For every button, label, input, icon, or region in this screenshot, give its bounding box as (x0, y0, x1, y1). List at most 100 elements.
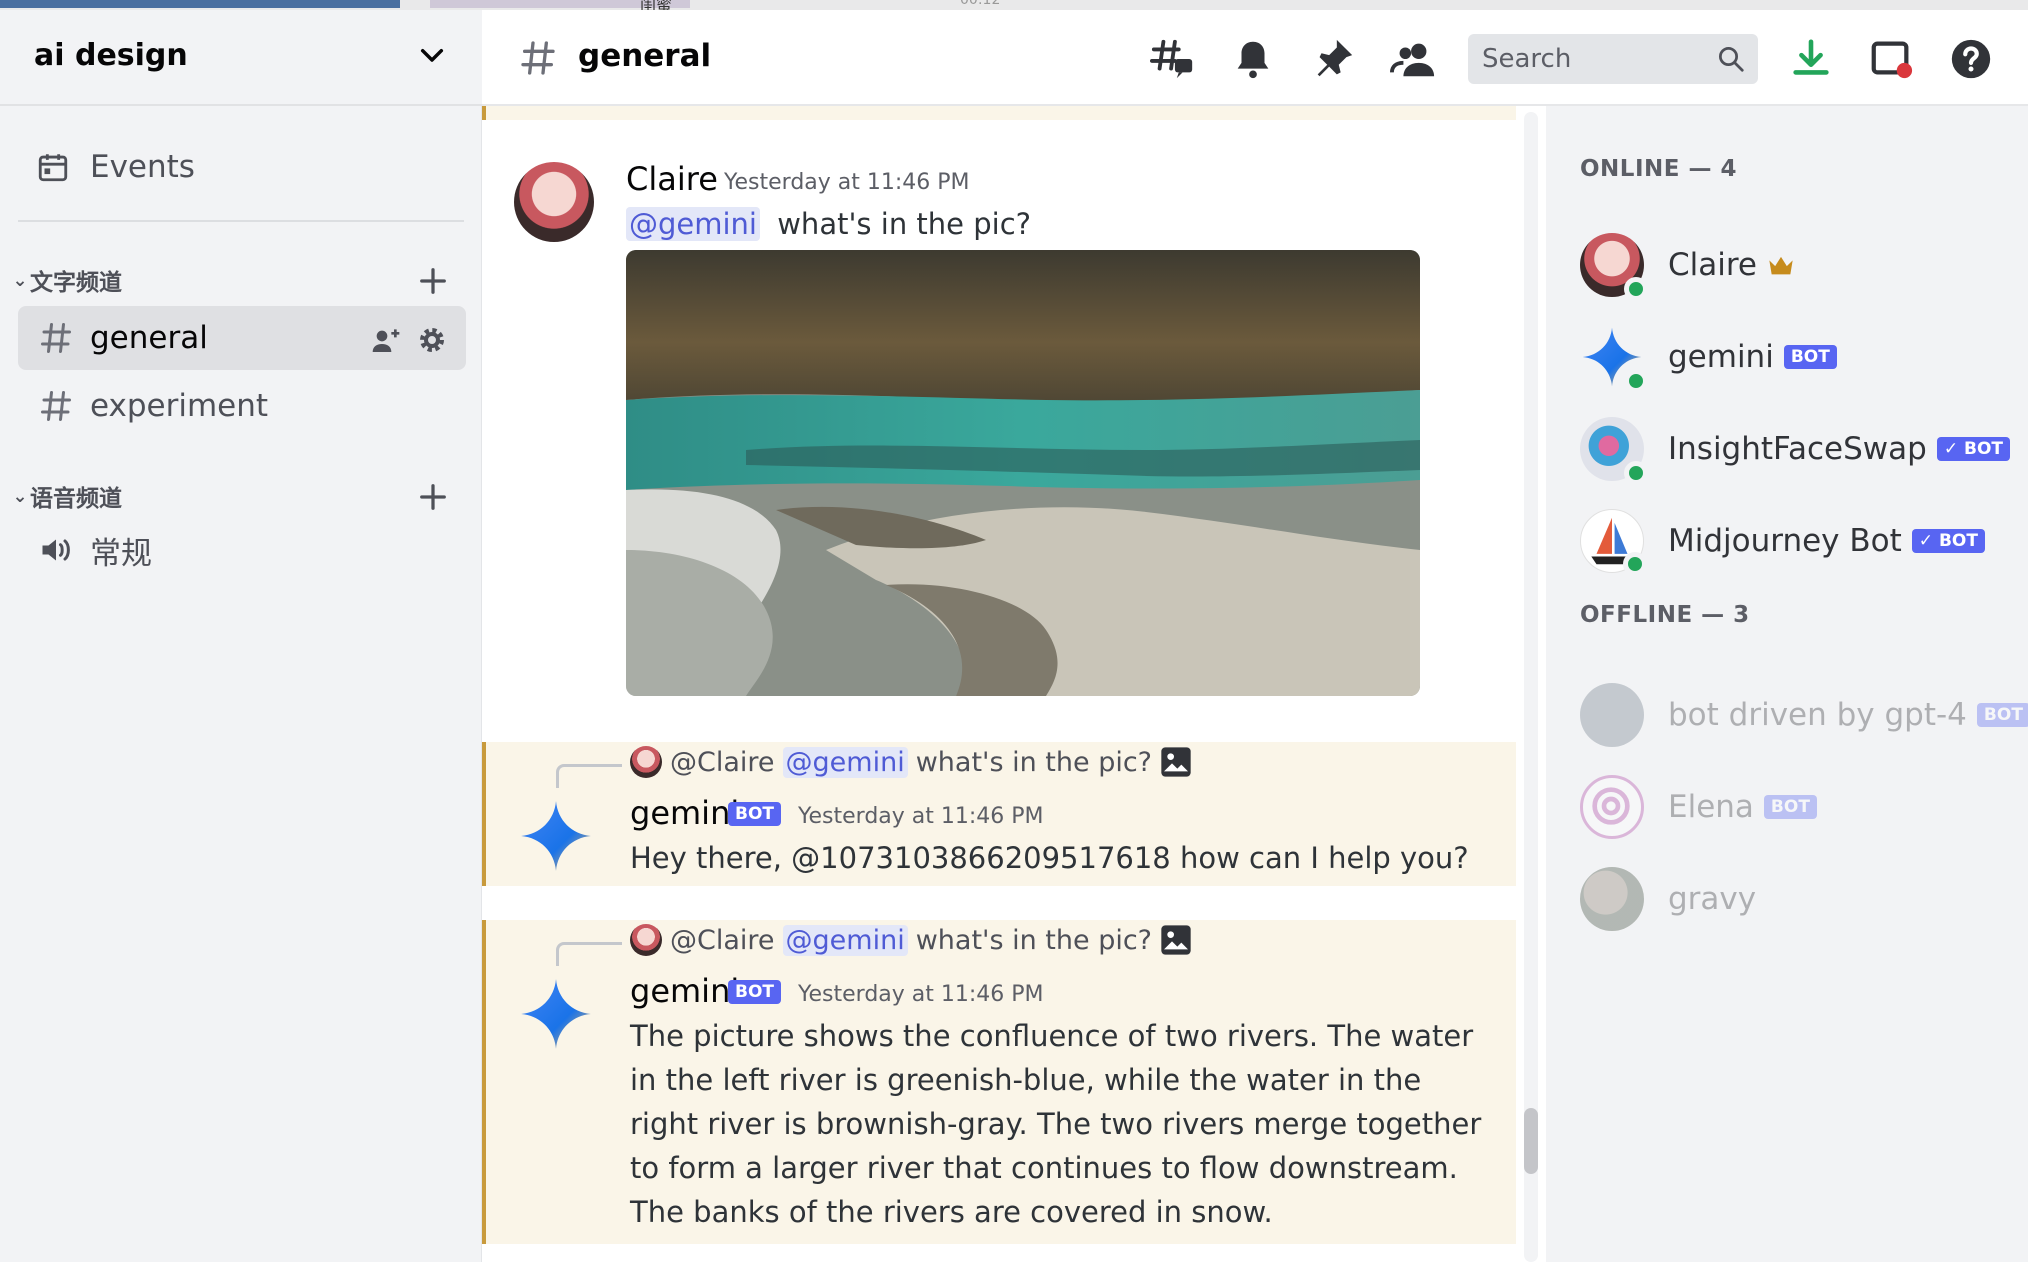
caret-down-icon: ⌄ (12, 269, 28, 291)
scrollbar-thumb[interactable] (1524, 1108, 1538, 1174)
bot-badge: BOT (728, 802, 782, 826)
reply-author: @Claire (670, 924, 775, 956)
chevron-down-icon[interactable] (416, 40, 448, 72)
channel-header: general Search (482, 10, 2028, 106)
avatar (630, 924, 662, 956)
strip-thumbnail (0, 0, 400, 8)
message-text: what's in the pic? (777, 207, 1032, 241)
inbox-icon[interactable] (1868, 36, 1914, 82)
gear-icon[interactable] (416, 324, 448, 356)
online-status-icon (1624, 277, 1648, 301)
bell-icon[interactable] (1230, 36, 1276, 82)
add-channel-icon[interactable] (418, 482, 448, 512)
server-name: ai design (34, 38, 188, 73)
member-name: Claire (1668, 247, 1758, 283)
message-author[interactable]: gemini (630, 794, 739, 832)
avatar (1580, 509, 1647, 576)
pin-icon[interactable] (1310, 36, 1356, 82)
member-item[interactable]: Elena BOT (1580, 772, 2020, 842)
bot-badge: BOT (728, 980, 782, 1004)
member-name: gemini (1668, 339, 1774, 375)
member-name: gravy (1668, 881, 1757, 917)
avatar (1580, 683, 1644, 747)
invite-icon[interactable] (370, 324, 402, 356)
message-image-attachment[interactable] (626, 250, 1420, 696)
online-status-icon (1623, 552, 1647, 576)
message: @Claire @gemini what's in the pic? gemin… (482, 920, 1516, 1244)
channel-item-general[interactable]: general (18, 306, 466, 370)
member-item[interactable]: gemini BOT (1580, 322, 2020, 393)
member-list: ONLINE — 4 Claire gemini BOT InsightFace… (1546, 106, 2028, 1262)
message: @Claire @gemini what's in the pic? gemin… (482, 742, 1516, 886)
member-item[interactable]: Claire (1580, 230, 2020, 301)
calendar-icon (38, 154, 68, 182)
avatar (1580, 775, 1644, 839)
message-line: to form a larger river that continues to… (630, 1151, 1458, 1185)
divider (18, 220, 464, 222)
message-list: Claire Yesterday at 11:46 PM @gemini wha… (482, 106, 1546, 1262)
reply-preview[interactable]: @Claire @gemini what's in the pic? (630, 924, 1192, 956)
member-item[interactable]: gravy (1580, 864, 2020, 934)
verified-bot-badge: ✓ BOT (1936, 437, 2011, 461)
events-label: Events (90, 149, 195, 185)
avatar (1580, 233, 1648, 301)
openai-knot-icon (1592, 787, 1630, 825)
members-icon[interactable] (1390, 36, 1436, 82)
avatar[interactable] (514, 162, 594, 242)
category-text-channels[interactable]: ⌄ 文字频道 (10, 260, 122, 300)
message-line: right river is brownish-gray. The two ri… (630, 1107, 1482, 1141)
hash-icon (521, 41, 555, 75)
online-status-icon (1624, 461, 1648, 485)
avatar (1580, 867, 1644, 931)
gemini-sparkle-icon[interactable] (518, 976, 594, 1052)
reply-spine (556, 942, 622, 966)
hash-icon (41, 391, 71, 421)
category-voice-channels[interactable]: ⌄ 语音频道 (10, 476, 122, 516)
image-icon (1161, 925, 1191, 955)
channel-sidebar: ai design Events ⌄ 文字频道 general experime… (0, 10, 482, 1262)
server-header[interactable]: ai design (0, 10, 482, 106)
mention[interactable]: @gemini (782, 746, 908, 778)
message-timestamp: Yesterday at 11:46 PM (798, 982, 1044, 1007)
voice-channel-item[interactable]: 常规 (18, 518, 466, 582)
avatar (1580, 417, 1648, 485)
member-name: Elena (1668, 789, 1754, 825)
channel-label: experiment (90, 388, 269, 424)
reply-preview[interactable]: @Claire @gemini what's in the pic? (630, 746, 1192, 778)
image-icon (1161, 747, 1191, 777)
search-input[interactable]: Search (1468, 34, 1758, 84)
online-status-icon (1624, 369, 1648, 393)
download-icon[interactable] (1788, 36, 1834, 82)
member-item[interactable]: InsightFaceSwap ✓ BOT (1580, 414, 2020, 485)
avatar (630, 746, 662, 778)
channel-title: general (578, 38, 712, 74)
message-line: The picture shows the confluence of two … (630, 1019, 1474, 1053)
message-line: in the left river is greenish-blue, whil… (630, 1063, 1422, 1097)
add-channel-icon[interactable] (418, 266, 448, 296)
reply-author: @Claire (670, 746, 775, 778)
bot-badge: BOT (1783, 345, 1837, 369)
member-name: bot driven by gpt-4 (1668, 697, 1967, 733)
channel-item-experiment[interactable]: experiment (18, 374, 466, 438)
member-item[interactable]: bot driven by gpt-4 BOT (1580, 680, 2028, 750)
threads-icon[interactable] (1150, 36, 1196, 82)
crown-icon (1769, 256, 1793, 275)
gemini-sparkle-icon[interactable] (518, 798, 594, 874)
channel-label: general (90, 320, 208, 356)
events-item[interactable]: Events (36, 144, 195, 190)
category-label: 文字频道 (30, 270, 122, 296)
mention[interactable]: @gemini (626, 207, 760, 241)
verified-bot-badge: ✓ BOT (1911, 529, 1985, 553)
message-author[interactable]: gemini (630, 972, 739, 1010)
message-author[interactable]: Claire (626, 160, 718, 198)
message-timestamp: Yesterday at 11:46 PM (798, 804, 1044, 829)
member-item[interactable]: Midjourney Bot ✓ BOT (1580, 506, 2020, 576)
reply-spine (556, 764, 622, 788)
help-icon[interactable] (1948, 36, 1994, 82)
scrollbar-track[interactable] (1524, 112, 1538, 1262)
strip-time: 00:12 (960, 0, 1001, 8)
reply-text: what's in the pic? (915, 924, 1153, 956)
bot-badge: BOT (1763, 795, 1817, 819)
mention[interactable]: @gemini (782, 924, 908, 956)
bot-badge: BOT (1976, 703, 2028, 727)
